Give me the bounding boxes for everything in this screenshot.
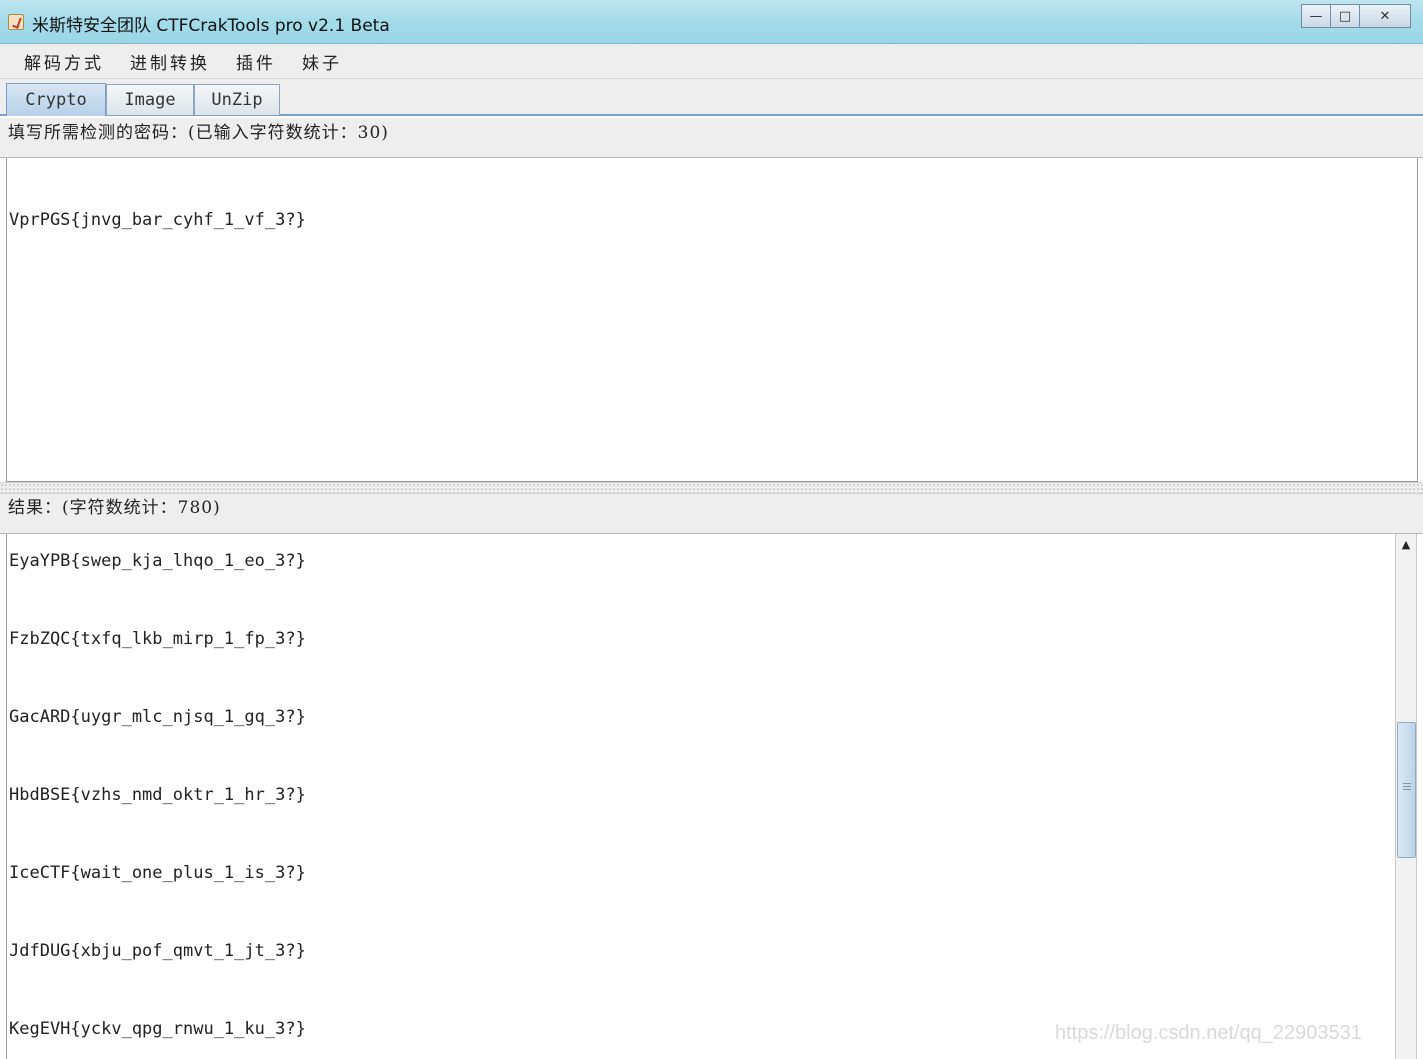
java-cup-icon <box>8 14 24 30</box>
result-label: 结果：(字符数统计：780) <box>0 494 1423 534</box>
menu-girls[interactable]: 妹子 <box>292 49 358 74</box>
tab-crypto[interactable]: Crypto <box>6 83 106 116</box>
watermark: https://blog.csdn.net/qq_22903531 <box>1055 1022 1362 1044</box>
cipher-input-text: VprPGS{jnvg_bar_cyhf_1_vf_3?} <box>9 210 306 230</box>
tab-unzip[interactable]: UnZip <box>194 84 280 115</box>
scroll-thumb[interactable] <box>1397 722 1416 858</box>
menu-plugins[interactable]: 插件 <box>226 49 292 74</box>
result-line: IceCTF{wait_one_plus_1_is_3?} <box>9 863 306 883</box>
menu-base-conversion[interactable]: 进制转换 <box>120 49 226 74</box>
result-line: HbdBSE{vzhs_nmd_oktr_1_hr_3?} <box>9 785 306 805</box>
maximize-button[interactable]: □ <box>1330 4 1360 28</box>
split-divider[interactable] <box>0 482 1423 494</box>
close-button[interactable]: ✕ <box>1359 4 1411 28</box>
cipher-input[interactable]: VprPGS{jnvg_bar_cyhf_1_vf_3?} <box>6 158 1418 482</box>
window-controls: — □ ✕ <box>1301 4 1411 30</box>
scroll-up-arrow-icon[interactable]: ▲ <box>1396 534 1416 554</box>
grip-icon <box>1403 783 1411 790</box>
tab-image[interactable]: Image <box>106 84 194 115</box>
result-line: FzbZQC{txfq_lkb_mirp_1_fp_3?} <box>9 629 306 649</box>
title-bar: 米斯特安全团队 CTFCrakTools pro v2.1 Beta — □ ✕ <box>0 0 1423 44</box>
close-icon: ✕ <box>1379 8 1391 24</box>
result-scrollbar[interactable]: ▲ <box>1395 534 1417 1059</box>
input-label: 填写所需检测的密码：(已输入字符数统计：30) <box>0 118 1423 158</box>
result-line: KegEVH{yckv_qpg_rnwu_1_ku_3?} <box>9 1019 306 1039</box>
tab-strip: Crypto Image UnZip <box>0 79 1423 116</box>
maximize-icon: □ <box>1338 8 1352 24</box>
result-output[interactable]: EyaYPB{swep_kja_lhqo_1_eo_3?} FzbZQC{txf… <box>6 534 1395 1059</box>
menu-decode-method[interactable]: 解码方式 <box>0 49 120 74</box>
window-title: 米斯特安全团队 CTFCrakTools pro v2.1 Beta <box>32 16 390 36</box>
menu-bar: 解码方式 进制转换 插件 妹子 <box>0 44 1423 79</box>
result-line: JdfDUG{xbju_pof_qmvt_1_jt_3?} <box>9 941 306 961</box>
minimize-button[interactable]: — <box>1301 4 1331 28</box>
minimize-icon: — <box>1309 8 1323 24</box>
result-line: EyaYPB{swep_kja_lhqo_1_eo_3?} <box>9 551 306 571</box>
result-line: GacARD{uygr_mlc_njsq_1_gq_3?} <box>9 707 306 727</box>
